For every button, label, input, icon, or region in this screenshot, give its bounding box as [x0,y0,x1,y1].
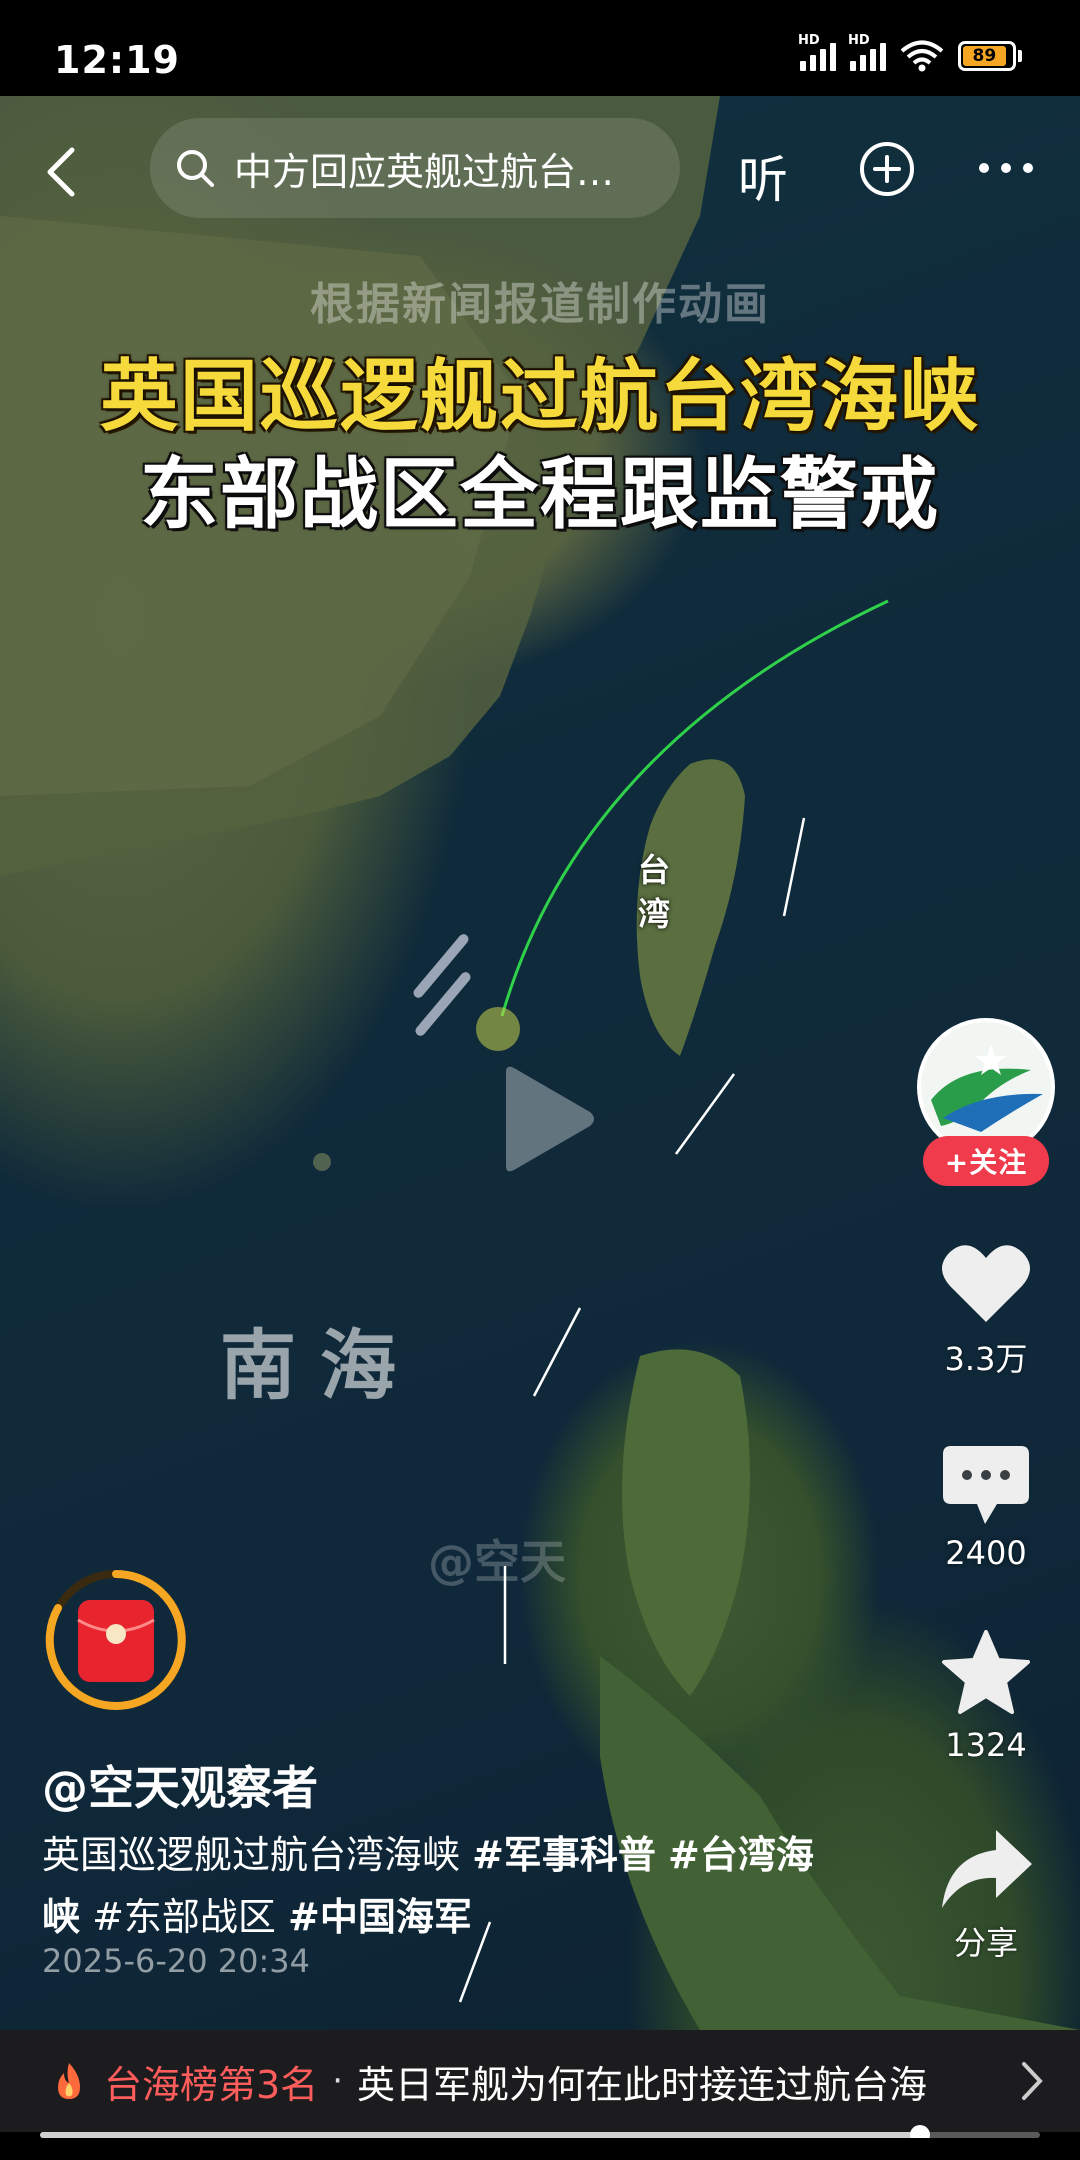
like-action[interactable]: 3.3万 [920,1242,1052,1380]
map-label-taiwan: 台湾 [638,851,671,933]
video-watermark: 根据新闻报道制作动画 [310,279,770,330]
hot-topic: 英日军舰为何在此时接连过航台海 [357,2062,928,2107]
share-icon [942,1830,1032,1908]
listen-button[interactable]: 听 [738,140,788,212]
add-circle-icon[interactable] [858,140,916,198]
hot-topic-bar[interactable]: 台海榜第3名 · 英日军舰为何在此时接连过航台海 [0,2030,1080,2132]
hashtag[interactable]: #军事科普 [472,1833,656,1877]
ship-marker [476,1007,520,1051]
search-bar[interactable]: 中方回应英舰过航台… [150,118,680,218]
like-count: 3.3万 [944,1340,1028,1378]
favorite-action[interactable]: 1324 [920,1628,1052,1764]
chevron-right-icon [1022,2062,1043,2100]
hot-rank: 台海榜第3名 [104,2062,319,2107]
video-headline-line1: 英国巡逻舰过航台湾海峡 [99,352,980,442]
map-label-south-sea: 南海 [220,1321,420,1410]
hashtag[interactable]: #中国海军 [288,1895,472,1939]
favorite-count: 1324 [945,1726,1027,1764]
comment-action[interactable]: 2400 [920,1444,1052,1572]
share-action[interactable]: 分享 [920,1826,1052,1964]
cell-signal-icon: HD [798,33,836,71]
comment-count: 2400 [945,1534,1027,1572]
author-watermark: @空天 [428,1535,566,1589]
follow-button[interactable]: +关注 [923,1136,1049,1186]
heart-icon [942,1245,1030,1322]
search-query: 中方回应英舰过航台… [234,149,615,194]
post-date: 2025-6-20 20:34 [42,1942,310,1980]
status-bar: 12:19 HD HD 89 [0,0,1080,96]
author-name[interactable]: @空天观察者 [42,1752,318,1818]
more-icon[interactable] [976,156,1036,180]
clock: 12:19 [54,38,180,82]
comment-icon [943,1446,1029,1524]
video-headline-line2: 东部战区全程跟监警戒 [139,450,940,540]
video-player[interactable]: 根据新闻报道制作动画 英国巡逻舰过航台湾海峡 东部战区全程跟监警戒 台湾 南海 … [0,96,1080,2030]
back-arrow-icon[interactable] [38,144,88,200]
cell-signal-icon-2: HD [848,33,886,71]
star-icon [942,1630,1030,1714]
search-icon [177,150,214,187]
separator: · [332,2061,343,2101]
post-caption: 英国巡逻舰过航台湾海峡 #军事科普 #台湾海峡 #东部战区 #中国海军 [42,1833,814,1939]
share-label: 分享 [953,1924,1018,1962]
bottom-strip [0,2138,1080,2160]
play-icon[interactable] [498,1064,598,1174]
battery-icon: 89 [958,41,1022,71]
status-icons: HD HD 89 [798,33,1022,72]
fire-icon [58,2063,80,2099]
wifi-icon [900,40,944,72]
top-bar: 中方回应英舰过航台… 听 [0,96,1080,246]
red-packet-icon[interactable] [44,1568,188,1712]
ship-icons [413,934,471,1036]
